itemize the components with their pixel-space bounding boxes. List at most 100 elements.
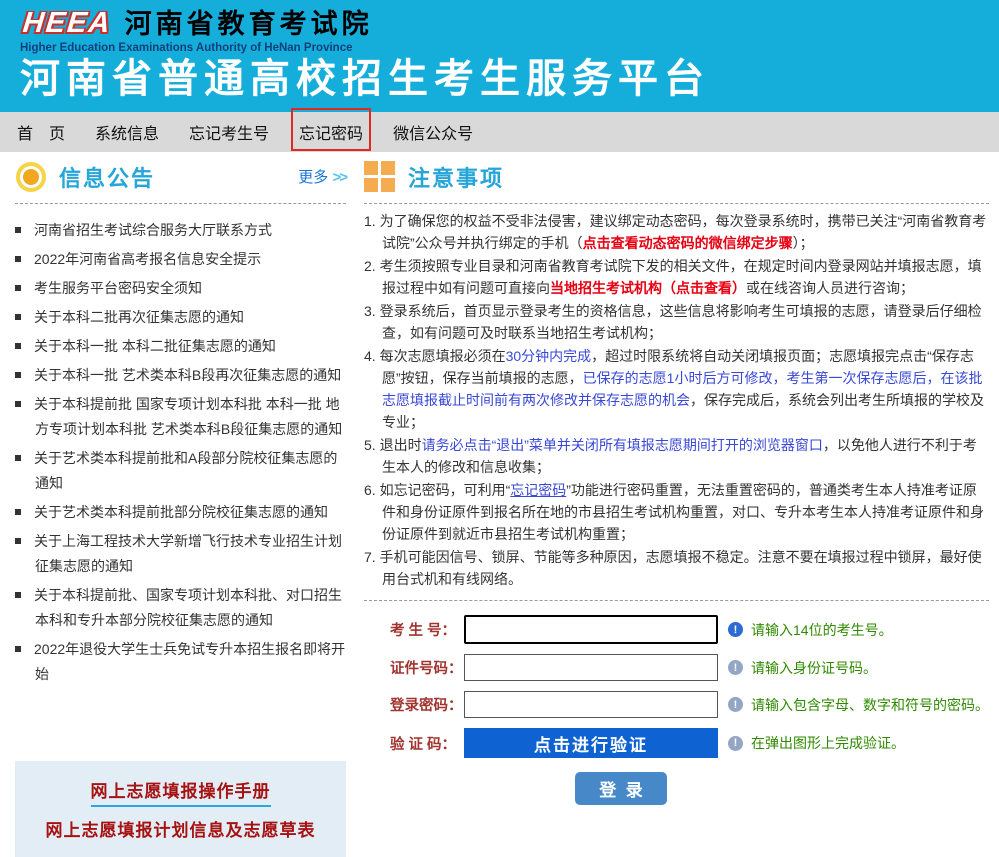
nav-item-label: 忘记密码 — [299, 120, 363, 144]
login-form-row: 登录密码：! 请输入包含字母、数字和符号的密码。 — [390, 691, 989, 718]
note-inline-link[interactable]: 点击查看动态密码的微信绑定步骤 — [583, 235, 793, 251]
login-button[interactable]: 登 录 — [575, 772, 667, 805]
announcement-link[interactable]: 关于本科提前批 国家专项计划本科批 本科一批 地方专项计划本科批 艺术类本科B段… — [15, 392, 346, 442]
captcha-label: 验 证 码： — [390, 733, 464, 754]
nav-item-forgot-password[interactable]: 忘记密码 — [284, 112, 378, 152]
orange-grid-squares-icon — [364, 161, 395, 192]
nav-item-label: 系统信息 — [95, 120, 159, 144]
square-bullet-icon — [15, 538, 21, 544]
id-number-hint: 请输入身份证号码。 — [751, 658, 877, 678]
more-link-label: 更多 — [298, 169, 328, 186]
nav-item-label: 首 页 — [17, 120, 65, 144]
exclamation-circle-icon: ! — [728, 697, 743, 712]
handbook-link-manual[interactable]: 网上志愿填报操作手册 — [91, 777, 271, 807]
announcement-link[interactable]: 关于本科提前批、国家专项计划本科批、对口招生本科和专升本部分院校征集志愿的通知 — [15, 583, 346, 633]
password-input[interactable] — [464, 691, 718, 718]
yellow-ring-circle-icon — [23, 169, 39, 185]
notes-list: 1. 为了确保您的权益不受非法侵害，建议绑定动态密码，每次登录系统时，携带已关注… — [364, 210, 989, 590]
note-text: 每次志愿填报必须在 — [380, 348, 506, 364]
announcement-text: 关于艺术类本科提前批和A段部分院校征集志愿的通知 — [34, 450, 337, 491]
announcement-text: 关于艺术类本科提前批部分院校征集志愿的通知 — [34, 504, 328, 520]
announcement-text: 河南省招生考试综合服务大厅联系方式 — [34, 222, 272, 238]
nav-item-label: 忘记考生号 — [189, 120, 269, 144]
note-text: 请务必点击“退出”菜单并关闭所有填报志愿期间打开的浏览器窗口 — [422, 437, 823, 453]
nav-item-wechat-official-account[interactable]: 微信公众号 — [378, 112, 488, 152]
login-form-row: 证件号码：! 请输入身份证号码。 — [390, 654, 989, 681]
handbook-box: 网上志愿填报操作手册 网上志愿填报计划信息及志愿草表 — [15, 761, 346, 857]
more-link[interactable]: 更多 >> — [298, 166, 346, 187]
note-item: 3. 登录系统后，首页显示登录考生的资格信息，这些信息将影响考生可填报的志愿，请… — [364, 300, 989, 344]
id-number-input[interactable] — [464, 654, 718, 681]
note-inline-link[interactable]: 忘记密码 — [510, 482, 566, 498]
square-bullet-icon — [15, 401, 21, 407]
id-number-label: 证件号码： — [390, 657, 464, 678]
square-bullet-icon — [15, 509, 21, 515]
main-content: 信息公告 更多 >> 河南省招生考试综合服务大厅联系方式 2022年河南省高考报名… — [0, 152, 999, 857]
handbook-link-plan-info[interactable]: 网上志愿填报计划信息及志愿草表 — [46, 816, 316, 841]
square-bullet-icon — [15, 646, 21, 652]
announcement-link[interactable]: 关于艺术类本科提前批部分院校征集志愿的通知 — [15, 500, 346, 525]
announcement-link[interactable]: 2022年退役大学生士兵免试专升本招生报名即将开始 — [15, 637, 346, 687]
note-inline-link[interactable]: 当地招生考试机构（点击查看） — [550, 280, 746, 296]
announcement-link[interactable]: 关于本科一批 艺术类本科B段再次征集志愿的通知 — [15, 363, 346, 388]
announcement-link[interactable]: 考生服务平台密码安全须知 — [15, 276, 346, 301]
announcement-link[interactable]: 关于上海工程技术大学新增飞行技术专业招生计划征集志愿的通知 — [15, 529, 346, 579]
captcha-verify-button[interactable]: 点击进行验证 — [464, 728, 718, 758]
site-header: HEEA 河南省教育考试院 Higher Education Examinati… — [0, 0, 999, 112]
nav-item-forgot-examinee-number[interactable]: 忘记考生号 — [174, 112, 284, 152]
note-text: 如忘记密码，可利用“ — [380, 482, 511, 498]
password-label: 登录密码： — [390, 694, 464, 715]
announcement-link[interactable]: 关于艺术类本科提前批和A段部分院校征集志愿的通知 — [15, 446, 346, 496]
square-bullet-icon — [15, 592, 21, 598]
password-hint: 请输入包含字母、数字和符号的密码。 — [751, 695, 989, 715]
square-bullet-icon — [15, 455, 21, 461]
note-item: 4. 每次志愿填报必须在30分钟内完成，超过时限系统将自动关闭填报页面；志愿填报… — [364, 345, 989, 433]
examinee-number-input[interactable] — [464, 615, 718, 644]
square-bullet-icon — [15, 256, 21, 262]
exclamation-circle-icon: ! — [728, 622, 743, 637]
announcement-link[interactable]: 河南省招生考试综合服务大厅联系方式 — [15, 218, 346, 243]
announcement-text: 关于本科一批 艺术类本科B段再次征集志愿的通知 — [34, 367, 341, 383]
note-text: ）； — [793, 235, 814, 251]
exclamation-circle-icon: ! — [728, 736, 743, 751]
announcements-panel: 信息公告 更多 >> 河南省招生考试综合服务大厅联系方式 2022年河南省高考报名… — [15, 160, 346, 857]
note-text: 手机可能因信号、锁屏、节能等多种原因，志愿填报不稳定。注意不要在填报过程中锁屏，… — [380, 549, 982, 587]
nav-item-home[interactable]: 首 页 — [2, 112, 80, 152]
announcement-text: 2022年退役大学生士兵免试专升本招生报名即将开始 — [34, 641, 345, 682]
notes-title: 注意事项 — [408, 161, 504, 193]
note-item: 2. 考生须按照专业目录和河南省教育考试院下发的相关文件，在规定时间内登录网站并… — [364, 255, 989, 299]
announcement-text: 关于本科提前批、国家专项计划本科批、对口招生本科和专升本部分院校征集志愿的通知 — [34, 587, 342, 628]
note-text: 登录系统后，首页显示登录考生的资格信息，这些信息将影响考生可填报的志愿，请登录后… — [380, 303, 982, 341]
square-bullet-icon — [15, 372, 21, 378]
announcement-text: 关于本科提前批 国家专项计划本科批 本科一批 地方专项计划本科批 艺术类本科B段… — [34, 396, 342, 437]
announcement-text: 关于上海工程技术大学新增飞行技术专业招生计划征集志愿的通知 — [34, 533, 342, 574]
org-name-english: Higher Education Examinations Authority … — [20, 42, 999, 54]
org-name: 河南省教育考试院 — [125, 11, 373, 40]
announcements-list: 河南省招生考试综合服务大厅联系方式 2022年河南省高考报名信息安全提示考生服务平… — [15, 218, 346, 687]
announcement-text: 2022年河南省高考报名信息安全提示 — [34, 251, 261, 267]
note-text: 30分钟内完成 — [506, 348, 592, 364]
note-text: 或在线咨询人员进行咨询； — [746, 280, 914, 296]
announcement-link[interactable]: 关于本科一批 本科二批征集志愿的通知 — [15, 334, 346, 359]
exclamation-circle-icon: ! — [728, 660, 743, 675]
captcha-hint: 在弹出图形上完成验证。 — [751, 733, 905, 753]
note-item: 1. 为了确保您的权益不受非法侵害，建议绑定动态密码，每次登录系统时，携带已关注… — [364, 210, 989, 254]
announcements-header: 信息公告 更多 >> — [15, 160, 346, 204]
announcement-link[interactable]: 关于本科二批再次征集志愿的通知 — [15, 305, 346, 330]
announcement-link[interactable]: 2022年河南省高考报名信息安全提示 — [15, 247, 346, 272]
login-form: 考 生 号：!请输入14位的考生号。证件号码：! 请输入身份证号码。登录密码：! 请… — [364, 615, 989, 758]
login-form-row: 验 证 码：点击进行验证! 在弹出图形上完成验证。 — [390, 728, 989, 758]
nav-item-system-info[interactable]: 系统信息 — [80, 112, 174, 152]
note-text: 退出时 — [380, 437, 422, 453]
note-item: 5. 退出时请务必点击“退出”菜单并关闭所有填报志愿期间打开的浏览器窗口，以免他… — [364, 434, 989, 478]
square-bullet-icon — [15, 343, 21, 349]
announcement-text: 考生服务平台密码安全须知 — [34, 280, 202, 296]
note-item: 6. 如忘记密码，可利用“忘记密码”功能进行密码重置，无法重置密码的，普通类考生… — [364, 479, 989, 545]
announcement-text: 关于本科二批再次征集志愿的通知 — [34, 309, 244, 325]
login-form-row: 考 生 号：!请输入14位的考生号。 — [390, 615, 989, 644]
announcement-text: 关于本科一批 本科二批征集志愿的通知 — [34, 338, 276, 354]
announcements-title: 信息公告 — [59, 161, 155, 193]
main-nav: 首 页 系统信息 忘记考生号 忘记密码 微信公众号 — [0, 112, 999, 152]
dashed-separator — [364, 600, 989, 601]
square-bullet-icon — [15, 314, 21, 320]
